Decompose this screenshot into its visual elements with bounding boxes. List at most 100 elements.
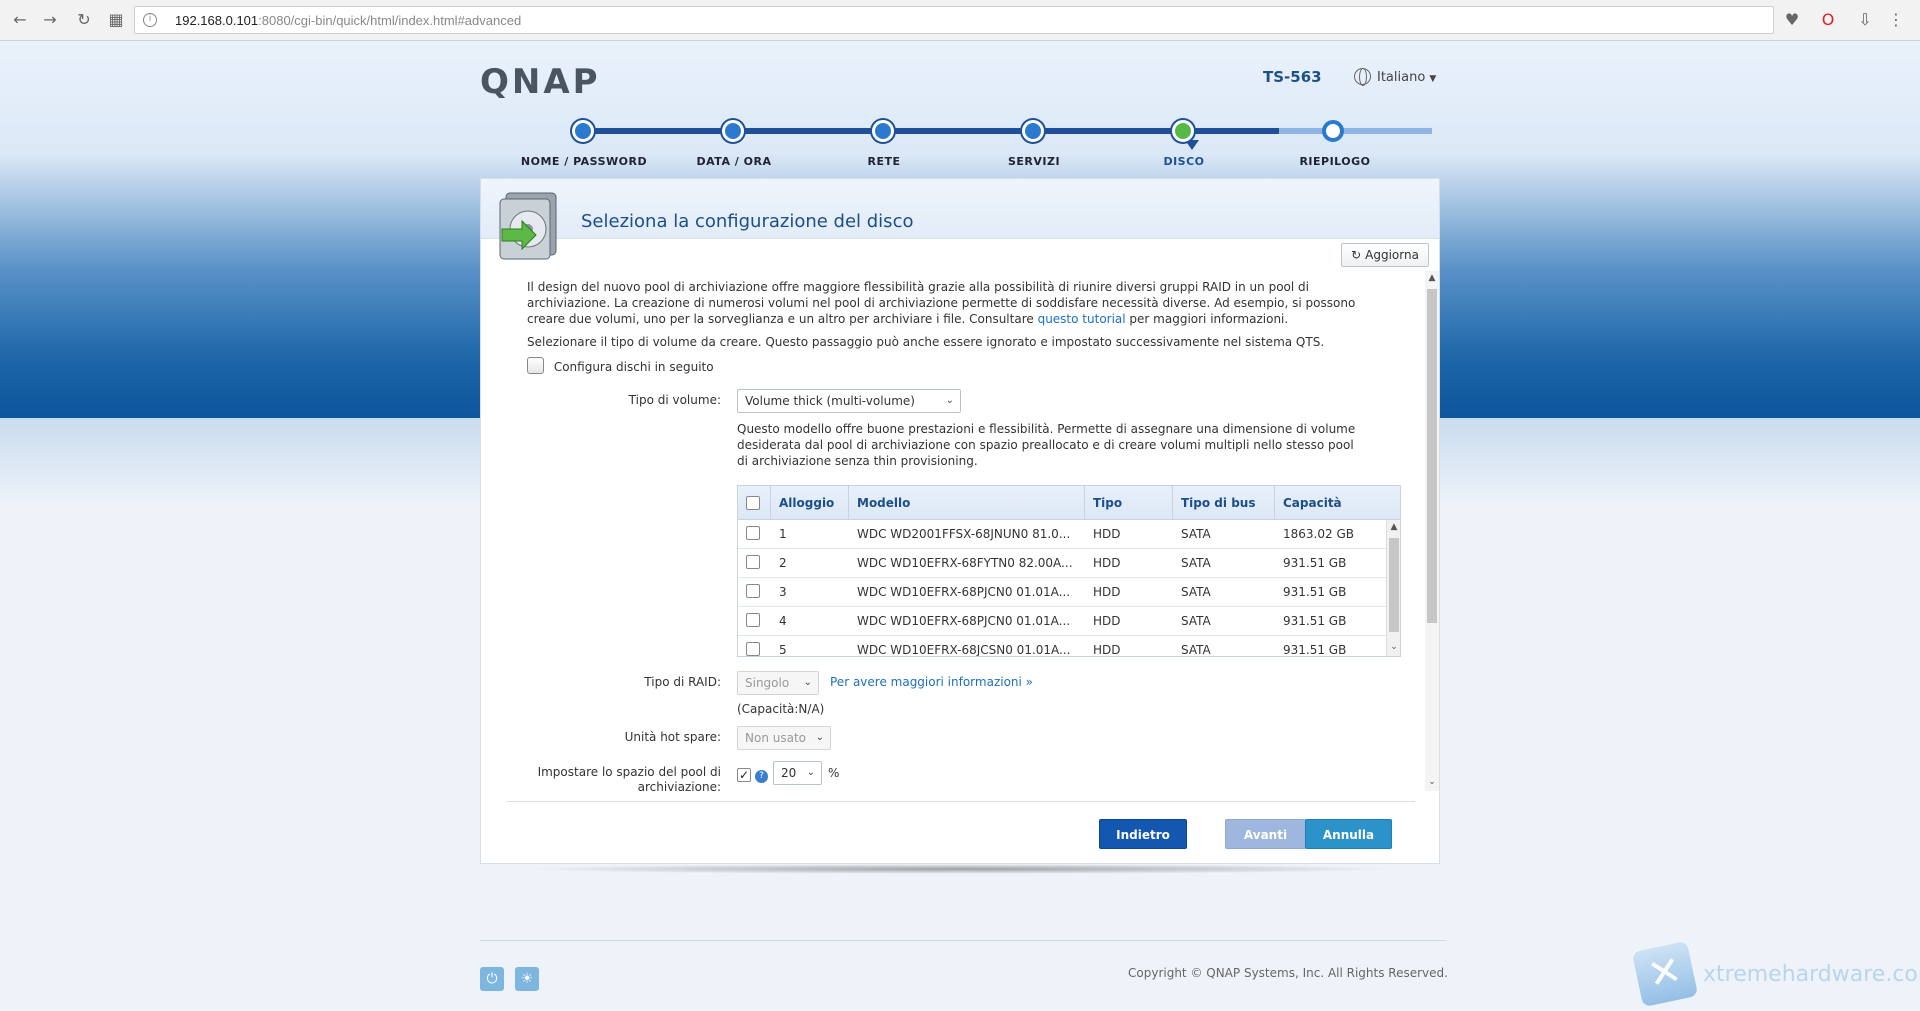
disk-table: Alloggio Modello Tipo Tipo di bus Capaci…	[737, 485, 1401, 657]
cell-type: HDD	[1093, 643, 1121, 657]
qnap-logo: QNAP	[480, 62, 601, 102]
language-selector[interactable]: Italiano ▼	[1354, 68, 1436, 86]
row-checkbox[interactable]	[746, 526, 760, 540]
table-row[interactable]: 5 WDC WD10EFRX-68JCSN0 01.01A... HDD SAT…	[738, 636, 1386, 657]
cell-model: WDC WD2001FFSX-68JNUN0 81.0...	[857, 527, 1071, 541]
cell-type: HDD	[1093, 614, 1121, 628]
panel-scrollbar[interactable]: ▲ ⌄	[1425, 271, 1439, 791]
apps-grid-icon[interactable]: ▦	[106, 10, 126, 30]
refresh-button[interactable]: ↻ Aggiorna	[1341, 243, 1429, 267]
scroll-up-icon[interactable]: ▲	[1425, 273, 1439, 283]
cell-bay: 2	[779, 556, 787, 570]
download-icon[interactable]: ⇩	[1855, 10, 1875, 30]
column-header-bus[interactable]: Tipo di bus	[1173, 486, 1275, 520]
column-header-capacity[interactable]: Capacità	[1275, 486, 1400, 520]
cell-bay: 1	[779, 527, 787, 541]
raid-type-select[interactable]: Singolo ⌄	[737, 671, 819, 695]
panel-content: Il design del nuovo pool di archiviazion…	[527, 279, 1395, 375]
url-path: :8080/cgi-bin/quick/html/index.html#adva…	[258, 13, 522, 28]
heart-icon[interactable]: ♥	[1782, 10, 1802, 30]
step-label-riepilogo: RIEPILOGO	[1299, 155, 1371, 168]
select-all-cell	[738, 486, 771, 520]
hot-spare-value: Non usato	[745, 731, 806, 745]
raid-info-link[interactable]: Per avere maggiori informazioni »	[830, 675, 1033, 689]
scroll-down-icon[interactable]: ⌄	[1387, 642, 1400, 652]
disk-config-panel: Seleziona la configurazione del disco ↻ A…	[480, 178, 1440, 864]
url-host: 192.168.0.101	[175, 13, 259, 28]
cell-bus: SATA	[1181, 643, 1211, 657]
reload-icon[interactable]: ↻	[74, 10, 94, 30]
row-checkbox[interactable]	[746, 613, 760, 627]
column-header-type[interactable]: Tipo	[1085, 486, 1173, 520]
globe-icon	[1354, 68, 1371, 86]
cell-capacity: 1863.02 GB	[1283, 527, 1354, 541]
configure-later-checkbox[interactable]	[527, 357, 544, 374]
cell-capacity: 931.51 GB	[1283, 643, 1347, 657]
address-bar[interactable]: i 192.168.0.101:8080/cgi-bin/quick/html/…	[134, 6, 1774, 34]
table-row[interactable]: 1 WDC WD2001FFSX-68JNUN0 81.0... HDD SAT…	[738, 520, 1386, 549]
cell-capacity: 931.51 GB	[1283, 614, 1347, 628]
menu-icon[interactable]: ⋮	[1886, 10, 1906, 30]
help-icon[interactable]: ?	[755, 770, 768, 783]
cell-bay: 3	[779, 585, 787, 599]
raid-type-label: Tipo di RAID:	[644, 675, 721, 689]
hot-spare-label: Unità hot spare:	[624, 730, 721, 744]
row-checkbox[interactable]	[746, 584, 760, 598]
refresh-icon: ↻	[1351, 248, 1362, 262]
active-step-pointer	[1185, 140, 1199, 150]
site-info-icon[interactable]: i	[143, 13, 157, 27]
column-header-bay[interactable]: Alloggio	[771, 486, 849, 520]
forward-arrow-icon[interactable]: →	[40, 10, 60, 30]
chevron-down-icon: ⌄	[806, 767, 815, 778]
step-label-nome-password: NOME / PASSWORD	[520, 155, 648, 168]
configure-later-option[interactable]: Configura dischi in seguito	[527, 357, 1395, 375]
panel-scrollbar-thumb[interactable]	[1427, 289, 1437, 623]
volume-type-select[interactable]: Volume thick (multi-volume) ⌄	[737, 389, 961, 413]
step-dot-disco	[1172, 120, 1194, 142]
intro-text: Il design del nuovo pool di archiviazion…	[527, 279, 1395, 327]
back-arrow-icon[interactable]: ←	[10, 10, 30, 30]
scroll-down-icon[interactable]: ⌄	[1425, 777, 1439, 787]
select-all-checkbox[interactable]	[746, 496, 760, 510]
hot-spare-select[interactable]: Non usato ⌄	[737, 726, 831, 750]
footer-divider	[507, 801, 1415, 802]
progress-track-remaining	[1279, 128, 1432, 134]
cancel-button[interactable]: Annulla	[1305, 819, 1392, 849]
brightness-icon[interactable]: ☀	[515, 967, 539, 991]
row-checkbox[interactable]	[746, 555, 760, 569]
table-row[interactable]: 4 WDC WD10EFRX-68PJCN0 01.01A... HDD SAT…	[738, 607, 1386, 636]
scroll-up-icon[interactable]: ▲	[1387, 522, 1400, 532]
watermark-logo-icon: ✕	[1631, 940, 1699, 1008]
chevron-down-icon: ⌄	[815, 732, 824, 743]
panel-title: Seleziona la configurazione del disco	[581, 211, 914, 232]
step-label-rete: RETE	[867, 155, 901, 168]
step-dot-data-ora	[722, 120, 744, 142]
back-button[interactable]: Indietro	[1099, 819, 1187, 849]
volume-type-label: Tipo di volume:	[628, 393, 721, 407]
opera-icon[interactable]: O	[1818, 10, 1838, 30]
cell-type: HDD	[1093, 585, 1121, 599]
configure-later-label: Configura dischi in seguito	[553, 360, 714, 374]
browser-toolbar: ← → ↻ ▦ i 192.168.0.101:8080/cgi-bin/qui…	[0, 0, 1920, 41]
pool-space-unit: %	[828, 766, 840, 780]
pool-space-select[interactable]: 20 ⌄	[773, 761, 822, 785]
table-row[interactable]: 3 WDC WD10EFRX-68PJCN0 01.01A... HDD SAT…	[738, 578, 1386, 607]
cell-model: WDC WD10EFRX-68FYTN0 82.00A...	[857, 556, 1073, 570]
next-button[interactable]: Avanti	[1225, 819, 1306, 849]
cell-type: HDD	[1093, 527, 1121, 541]
table-scrollbar[interactable]: ▲ ⌄	[1386, 520, 1400, 656]
table-scrollbar-thumb[interactable]	[1389, 538, 1399, 632]
pool-space-checkbox[interactable]	[737, 768, 751, 782]
step-dot-rete	[872, 120, 894, 142]
power-icon[interactable]: ⏻	[480, 967, 504, 991]
footer-line	[480, 940, 1446, 941]
column-header-model[interactable]: Modello	[849, 486, 1085, 520]
table-row[interactable]: 2 WDC WD10EFRX-68FYTN0 82.00A... HDD SAT…	[738, 549, 1386, 578]
cell-bus: SATA	[1181, 614, 1211, 628]
cell-model: WDC WD10EFRX-68PJCN0 01.01A...	[857, 585, 1071, 599]
step-dot-riepilogo	[1322, 120, 1344, 142]
tutorial-link[interactable]: questo tutorial	[1038, 312, 1126, 326]
cell-bay: 5	[779, 643, 787, 657]
row-checkbox[interactable]	[746, 642, 760, 656]
step-dot-nome-password	[572, 120, 594, 142]
